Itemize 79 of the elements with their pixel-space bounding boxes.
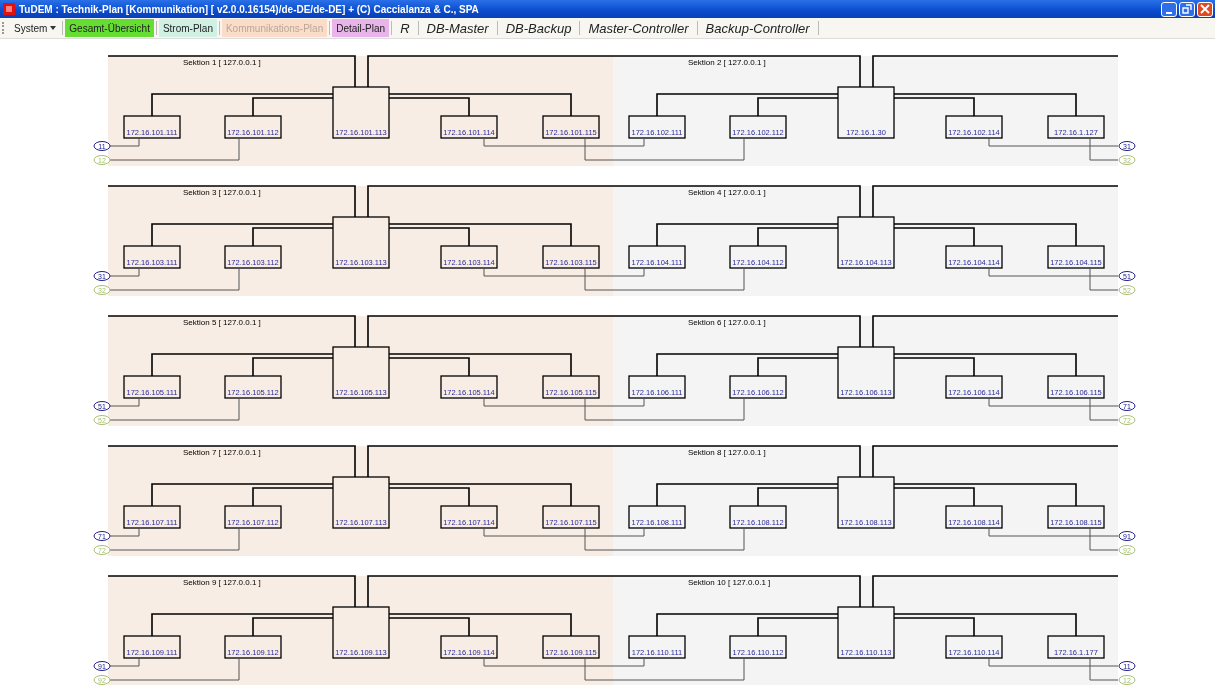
- device-box[interactable]: [542, 505, 600, 529]
- window-title: TuDEM : Technik-Plan [Kommunikation] [ v2.0.0.16154)/de-DE/de-DE] + (C) Caccialanza & C., SPA: [19, 3, 479, 15]
- switch-box[interactable]: [837, 86, 895, 139]
- device-box[interactable]: [123, 505, 181, 529]
- device-box[interactable]: [628, 505, 686, 529]
- plan-tab[interactable]: Strom-Plan: [158, 19, 217, 37]
- section-label: Sektion 4 [ 127.0.0.1 ]: [688, 188, 766, 197]
- device-box[interactable]: [729, 115, 787, 139]
- device-box[interactable]: [945, 245, 1003, 269]
- switch-box[interactable]: [332, 476, 390, 529]
- toolbar-button[interactable]: Backup-Controller: [699, 19, 816, 37]
- device-box[interactable]: [1047, 115, 1105, 139]
- switch-box[interactable]: [332, 606, 390, 659]
- section-label: Sektion 7 [ 127.0.0.1 ]: [183, 448, 261, 457]
- device-box[interactable]: [945, 115, 1003, 139]
- device-box[interactable]: [440, 375, 498, 399]
- device-box[interactable]: [542, 115, 600, 139]
- device-box[interactable]: [224, 635, 282, 659]
- device-box[interactable]: [440, 245, 498, 269]
- device-box[interactable]: [729, 505, 787, 529]
- device-box[interactable]: [945, 505, 1003, 529]
- device-box[interactable]: [729, 245, 787, 269]
- device-box[interactable]: [542, 635, 600, 659]
- toolbar-button[interactable]: DB-Backup: [499, 19, 578, 37]
- section-label: Sektion 10 [ 127.0.0.1 ]: [688, 578, 771, 587]
- section-label: Sektion 1 [ 127.0.0.1 ]: [183, 58, 261, 67]
- close-button[interactable]: [1197, 1, 1213, 17]
- restore-icon: [1182, 4, 1192, 14]
- device-box[interactable]: [628, 245, 686, 269]
- device-box[interactable]: [123, 115, 181, 139]
- device-box[interactable]: [729, 375, 787, 399]
- device-box[interactable]: [123, 635, 181, 659]
- device-box[interactable]: [628, 635, 686, 659]
- device-box[interactable]: [628, 375, 686, 399]
- switch-box[interactable]: [837, 606, 895, 659]
- toolbar-button[interactable]: R: [394, 19, 416, 37]
- plan-tab[interactable]: Gesamt-Übersicht: [65, 19, 154, 37]
- system-menu[interactable]: System: [10, 19, 61, 37]
- switch-box[interactable]: [837, 476, 895, 529]
- close-icon: [1200, 4, 1210, 14]
- device-box[interactable]: [729, 635, 787, 659]
- caret-icon: [50, 26, 57, 30]
- switch-box[interactable]: [332, 86, 390, 139]
- device-box[interactable]: [1047, 375, 1105, 399]
- section-label: Sektion 9 [ 127.0.0.1 ]: [183, 578, 261, 587]
- toolbar-button[interactable]: Master-Controller: [582, 19, 695, 37]
- minimize-button[interactable]: [1161, 1, 1177, 17]
- device-box[interactable]: [224, 505, 282, 529]
- device-box[interactable]: [945, 635, 1003, 659]
- device-box[interactable]: [224, 245, 282, 269]
- device-box[interactable]: [440, 505, 498, 529]
- device-box[interactable]: [440, 115, 498, 139]
- section-label: Sektion 5 [ 127.0.0.1 ]: [183, 318, 261, 327]
- switch-box[interactable]: [332, 346, 390, 399]
- device-box[interactable]: [1047, 505, 1105, 529]
- device-box[interactable]: [542, 375, 600, 399]
- device-box[interactable]: [123, 375, 181, 399]
- toolbar-grip: [2, 22, 6, 34]
- device-box[interactable]: [224, 115, 282, 139]
- switch-box[interactable]: [332, 216, 390, 269]
- section-label: Sektion 2 [ 127.0.0.1 ]: [688, 58, 766, 67]
- device-box[interactable]: [542, 245, 600, 269]
- switch-box[interactable]: [837, 346, 895, 399]
- restore-button[interactable]: [1179, 1, 1195, 17]
- plan-tab[interactable]: Detail-Plan: [332, 19, 390, 37]
- device-box[interactable]: [224, 375, 282, 399]
- device-box[interactable]: [945, 375, 1003, 399]
- device-box[interactable]: [440, 635, 498, 659]
- device-box[interactable]: [1047, 635, 1105, 659]
- section-label: Sektion 6 [ 127.0.0.1 ]: [688, 318, 766, 327]
- device-box[interactable]: [1047, 245, 1105, 269]
- section-label: Sektion 3 [ 127.0.0.1 ]: [183, 188, 261, 197]
- toolbar-button[interactable]: DB-Master: [420, 19, 495, 37]
- device-box[interactable]: [628, 115, 686, 139]
- minimize-icon: [1166, 11, 1172, 14]
- switch-box[interactable]: [837, 216, 895, 269]
- device-box[interactable]: [123, 245, 181, 269]
- app-icon: [3, 3, 15, 15]
- section-label: Sektion 8 [ 127.0.0.1 ]: [688, 448, 766, 457]
